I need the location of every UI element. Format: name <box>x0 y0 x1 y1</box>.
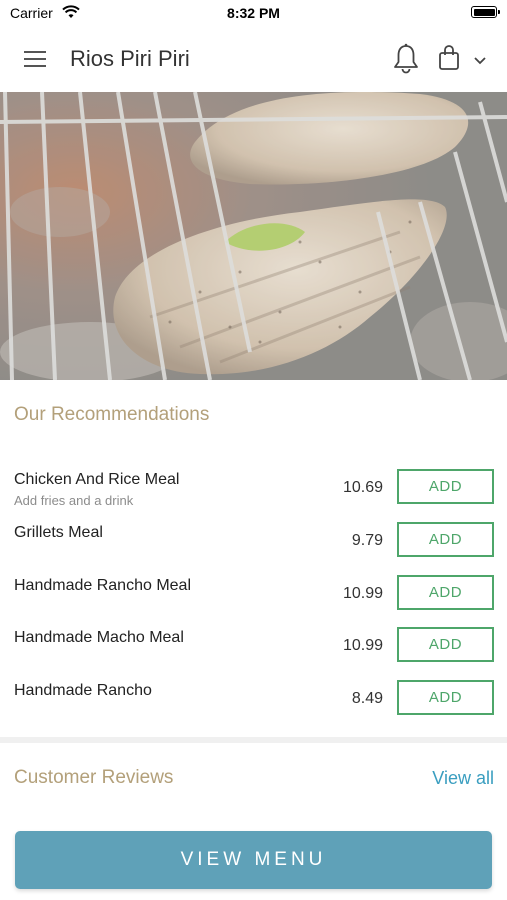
reviews-title: Customer Reviews <box>14 767 174 788</box>
menu-item: Grillets Meal 9.79 ADD <box>0 516 507 566</box>
item-price: 10.69 <box>342 479 383 496</box>
bell-icon[interactable] <box>390 42 422 76</box>
item-name: Handmade Macho Meal <box>14 629 184 646</box>
item-price: 8.49 <box>351 690 383 707</box>
add-button[interactable]: ADD <box>397 627 494 662</box>
item-name: Handmade Rancho Meal <box>14 577 191 594</box>
item-name: Handmade Rancho <box>14 682 152 699</box>
item-description: Add fries and a drink <box>14 493 134 508</box>
add-button[interactable]: ADD <box>397 680 494 715</box>
menu-icon[interactable] <box>18 44 52 74</box>
add-button[interactable]: ADD <box>397 575 494 610</box>
menu-item: Chicken And Rice Meal Add fries and a dr… <box>0 463 507 513</box>
item-price: 10.99 <box>342 585 383 602</box>
battery-icon <box>471 6 500 18</box>
section-divider <box>0 737 507 743</box>
status-bar: Carrier 8:32 PM <box>0 0 507 28</box>
hero-food-image <box>0 92 507 380</box>
status-time: 8:32 PM <box>227 5 280 21</box>
recommendations-title: Our Recommendations <box>14 404 210 425</box>
item-name: Grillets Meal <box>14 524 103 541</box>
menu-item: Handmade Rancho 8.49 ADD <box>0 674 507 724</box>
add-button[interactable]: ADD <box>397 469 494 504</box>
restaurant-title: Rios Piri Piri <box>70 46 190 71</box>
view-menu-button[interactable]: VIEW MENU <box>15 831 492 889</box>
menu-item: Handmade Macho Meal 10.99 ADD <box>0 621 507 671</box>
view-all-link[interactable]: View all <box>432 768 494 789</box>
shopping-bag-icon[interactable] <box>436 42 462 76</box>
item-price: 9.79 <box>351 532 383 549</box>
app-header: Rios Piri Piri <box>0 28 507 92</box>
item-price: 10.99 <box>342 637 383 654</box>
menu-item: Handmade Rancho Meal 10.99 ADD <box>0 569 507 619</box>
chevron-down-icon[interactable] <box>470 48 490 72</box>
add-button[interactable]: ADD <box>397 522 494 557</box>
item-name: Chicken And Rice Meal <box>14 471 180 488</box>
